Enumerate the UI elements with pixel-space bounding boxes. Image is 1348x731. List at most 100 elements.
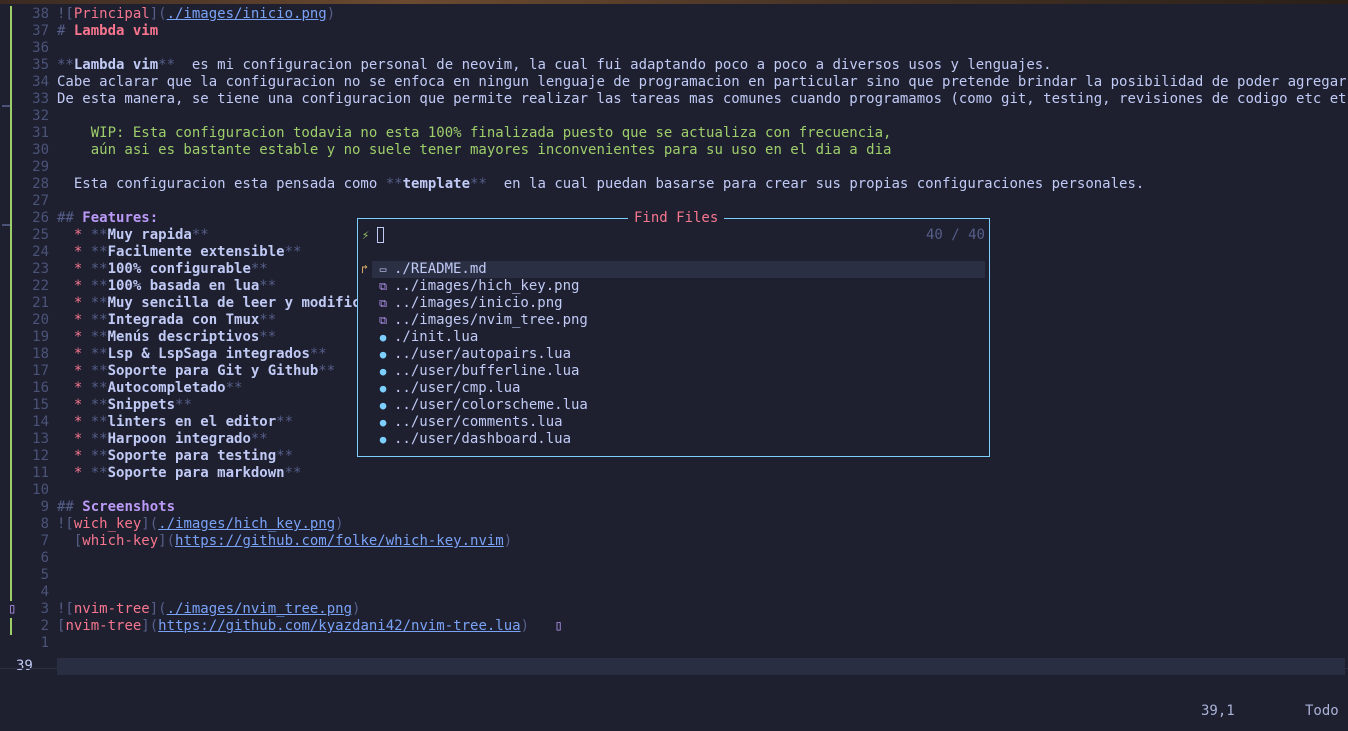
editor-line[interactable]: 1 [0, 635, 1348, 652]
text-span: * [57, 363, 91, 379]
git-sign [0, 499, 12, 516]
result-item[interactable]: ↱ ▭ ./README.md [358, 261, 989, 278]
text-span: ** [90, 448, 108, 464]
editor-line[interactable]: 32 [0, 108, 1348, 125]
text-span: es mi configuracion personal de neovim, … [175, 57, 1052, 73]
text-span: ** [309, 346, 327, 362]
result-item[interactable]: ● ../user/autopairs.lua [358, 346, 989, 363]
line-text: * **Integrada con Tmux** [57, 312, 276, 329]
line-number: 1 [40, 635, 49, 651]
line-number: 31 [32, 125, 49, 141]
line-text: ## Screenshots [57, 499, 175, 516]
editor-line[interactable]: 2 [nvim-tree](https://github.com/kyazdani… [0, 618, 1348, 635]
text-span: ]( [141, 516, 159, 532]
line-number: 22 [32, 278, 49, 294]
text-span: Harpoon integrado [107, 431, 251, 447]
text-span: which-key [82, 533, 159, 549]
text-span: # [57, 23, 74, 39]
git-sign [0, 227, 12, 244]
text-span: ** [259, 329, 277, 345]
git-sign [0, 550, 12, 567]
text-span: * [57, 448, 91, 464]
editor-line[interactable]: 7 [which-key](https://github.com/folke/w… [0, 533, 1348, 550]
git-sign [0, 516, 12, 533]
line-text: [nvim-tree](https://github.com/kyazdani4… [57, 618, 563, 635]
image-file-icon: ⧉ [379, 297, 387, 310]
result-item[interactable]: ⧉ ../images/inicio.png [358, 295, 989, 312]
result-item[interactable]: ● ../user/dashboard.lua [358, 431, 989, 448]
lua-file-icon: ● [379, 433, 387, 446]
text-span: [ [57, 533, 83, 549]
current-line[interactable]: 39 [0, 658, 1348, 675]
editor-line[interactable]: 4 [0, 584, 1348, 601]
text-span: ** [90, 295, 108, 311]
line-text: * **Muy sencilla de leer y modifica [57, 295, 369, 312]
line-number: 7 [40, 533, 49, 549]
line-number: 36 [32, 40, 49, 56]
text-span: Soporte para testing [107, 448, 277, 464]
result-item[interactable]: ● ../user/colorscheme.lua [358, 397, 989, 414]
editor-line[interactable]: 11 * **Soporte para markdown** [0, 465, 1348, 482]
line-number: 13 [32, 431, 49, 447]
editor-line[interactable]: 9 ## Screenshots [0, 499, 1348, 516]
result-item[interactable]: ● ../user/bufferline.lua [358, 363, 989, 380]
git-sign [0, 278, 12, 295]
line-number: 24 [32, 244, 49, 260]
text-span: ## [57, 499, 83, 515]
line-number: 8 [40, 516, 49, 532]
search-input[interactable] [377, 227, 384, 243]
result-item[interactable]: ⧉ ../images/nvim_tree.png [358, 312, 989, 329]
line-text: aún asi es bastante estable y no suele t… [57, 142, 892, 159]
cursor-position: 39,1 [1201, 703, 1235, 719]
line-text: [which-key](https://github.com/folke/whi… [57, 533, 512, 550]
line-number: 38 [32, 6, 49, 22]
text-span: ** [90, 465, 108, 481]
text-span: template [402, 176, 471, 192]
text-span: wich_key [73, 516, 142, 532]
result-item[interactable]: ● ../user/comments.lua [358, 414, 989, 431]
editor-line[interactable]: 10 [0, 482, 1348, 499]
git-sign [0, 312, 12, 329]
markdown-link[interactable]: https://github.com/kyazdani42/nvim-tree.… [158, 618, 520, 634]
git-sign [0, 261, 12, 278]
text-span: ** [318, 363, 336, 379]
git-sign [0, 176, 12, 193]
editor-line[interactable]: 31 WIP: Esta configuracion todavia no es… [0, 125, 1348, 142]
markdown-link[interactable]: https://github.com/folke/which-key.nvim [175, 533, 504, 549]
git-sign [0, 210, 12, 227]
text-span: ![ [57, 6, 74, 22]
line-text: **Lambda vim** es mi configuracion perso… [57, 57, 1052, 74]
editor-line[interactable]: 34 Cabe aclarar que la configuracion no s… [0, 74, 1348, 91]
lua-file-icon: ● [379, 416, 387, 429]
editor-line[interactable]: 38 ![Principal](./images/inicio.png) [0, 6, 1348, 23]
editor-line[interactable]: 37 # Lambda vim [0, 23, 1348, 40]
line-text: * **Harpoon integrado** [57, 431, 268, 448]
find-files-popup[interactable]: Find Files ⚡ 40 / 40 ↱ ▭ ./README.md ⧉ ../im… [357, 208, 990, 457]
line-number: 35 [32, 57, 49, 73]
line-number: 29 [32, 159, 49, 175]
git-sign [0, 397, 12, 414]
editor-line[interactable]: 36 [0, 40, 1348, 57]
result-item[interactable]: ● ../user/cmp.lua [358, 380, 989, 397]
markdown-link[interactable]: ./images/nvim_tree.png [167, 601, 352, 617]
git-sign [0, 380, 12, 397]
editor-line[interactable]: 28 Esta configuracion esta pensada como … [0, 176, 1348, 193]
editor-line[interactable]: 35 **Lambda vim** es mi configuracion per… [0, 57, 1348, 74]
editor-line[interactable]: 8 ![wich_key](./images/hich_key.png) [0, 516, 1348, 533]
editor-line[interactable]: 30 aún asi es bastante estable y no suel… [0, 142, 1348, 159]
editor-line[interactable]: 29 [0, 159, 1348, 176]
text-span: ** [470, 176, 487, 192]
markdown-link[interactable]: ./images/hich_key.png [158, 516, 335, 532]
editor-line[interactable]: 6 [0, 550, 1348, 567]
text-span: ** [158, 57, 176, 73]
editor-line[interactable]: ▯ 3 ![nvim-tree](./images/nvim_tree.png) [0, 601, 1348, 618]
text-span: Autocompletado [107, 380, 226, 396]
markdown-link[interactable]: ./images/inicio.png [167, 6, 327, 22]
editor-line[interactable]: 5 [0, 567, 1348, 584]
editor-line[interactable]: 33 De esta manera, se tiene una configura… [0, 91, 1348, 108]
text-span: ** [385, 176, 403, 192]
result-filename: ../user/cmp.lua [394, 380, 521, 396]
result-item[interactable]: ⧉ ../images/hich_key.png [358, 278, 989, 295]
result-item[interactable]: ● ./init.lua [358, 329, 989, 346]
text-span: ![ [57, 516, 74, 532]
